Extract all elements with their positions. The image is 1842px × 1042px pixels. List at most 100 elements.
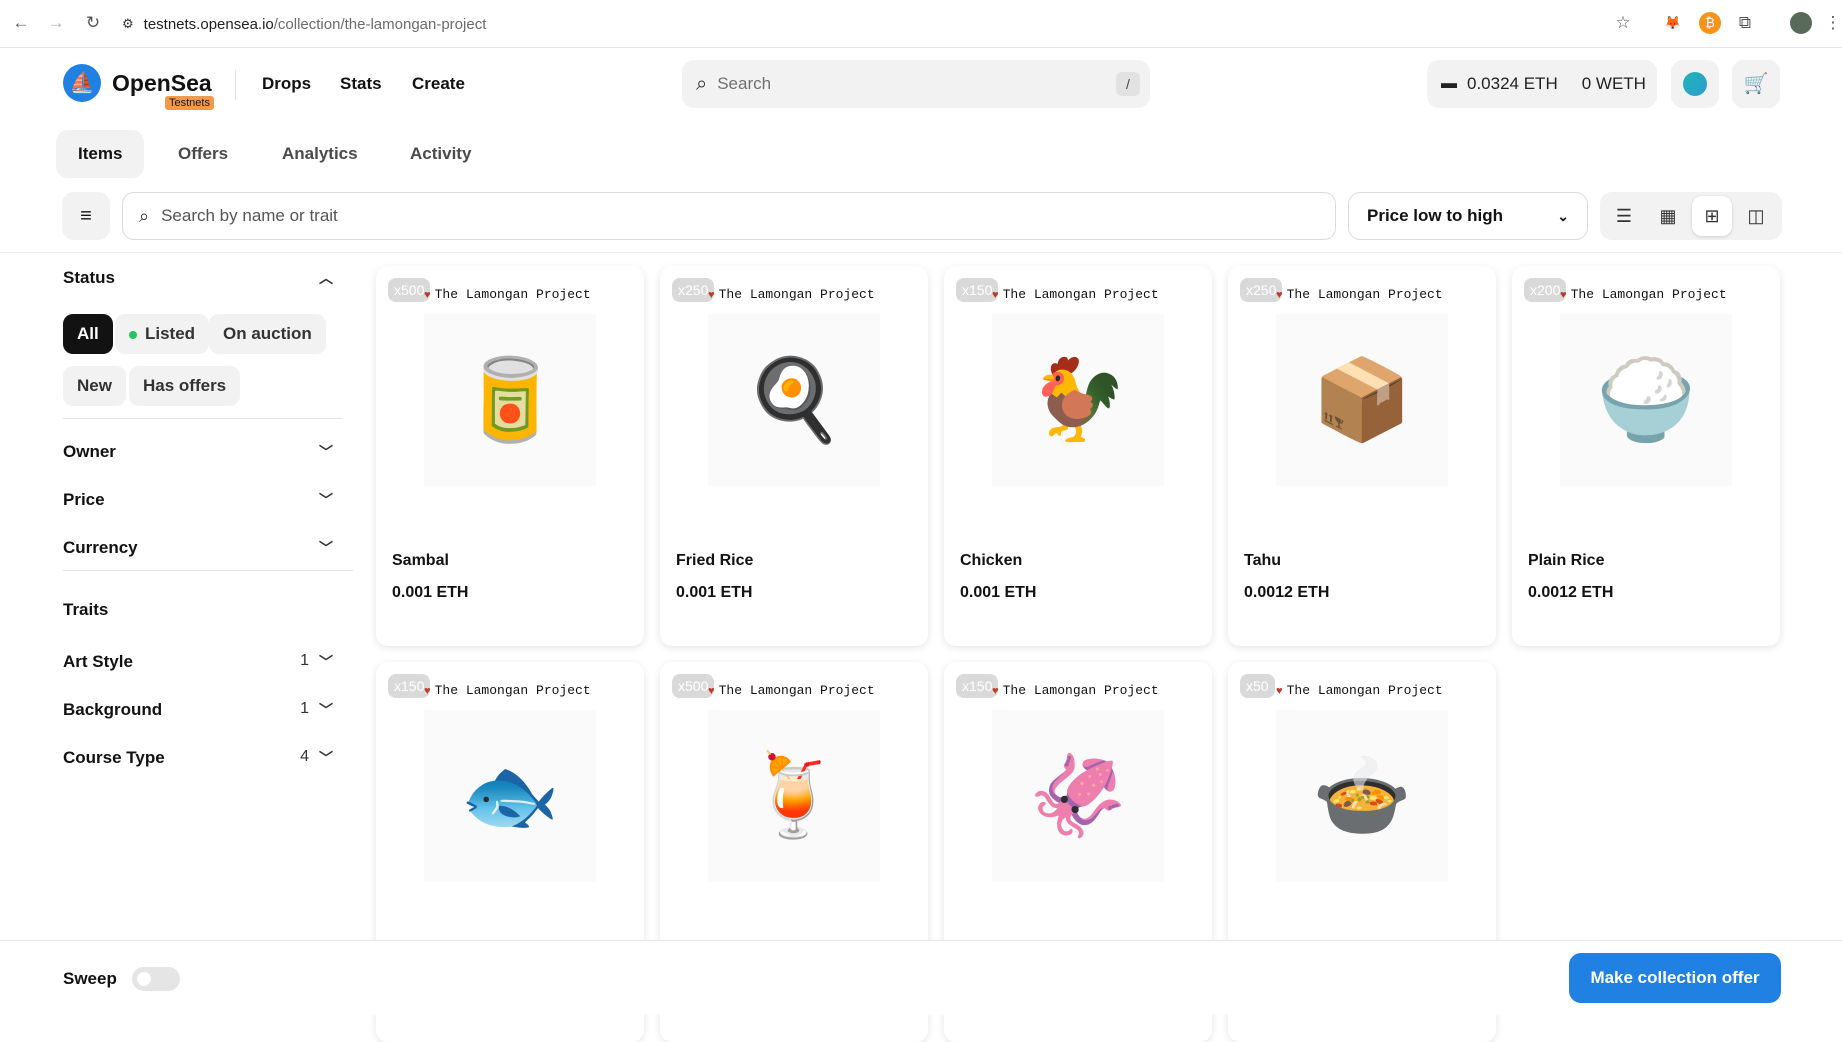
testnets-badge: Testnets [165, 96, 214, 110]
tahu-image: 📦 [1276, 314, 1448, 486]
profile-avatar[interactable] [1790, 12, 1812, 34]
item-card[interactable]: x500 The Lamongan Project 🥫 Sambal 0.001… [376, 266, 644, 646]
address-bar[interactable]: ⚙ testnets.opensea.io/collection/the-lam… [122, 8, 1622, 40]
search-placeholder: Search [717, 74, 772, 93]
item-name: Plain Rice [1528, 552, 1605, 569]
browser-toolbar: ← → ↻ ⚙ testnets.opensea.io/collection/t… [0, 0, 1842, 48]
divider [63, 570, 353, 571]
bitcoin-extension-icon[interactable]: ₿ [1699, 12, 1721, 34]
metamask-extension-icon[interactable]: 🦊 [1662, 12, 1684, 34]
chevron-down-icon: ﹀ [319, 702, 333, 718]
collection-name: The Lamongan Project [1276, 683, 1443, 698]
collection-name: The Lamongan Project [424, 287, 591, 302]
trait-name: Art Style [63, 652, 133, 671]
currency-filter-header[interactable]: Currency ﹀ [63, 538, 333, 558]
sweep-label: Sweep [63, 969, 117, 988]
cart-icon[interactable]: 🛒 [1732, 60, 1780, 108]
brand-name[interactable]: OpenSea [112, 70, 212, 97]
chevron-down-icon: ﹀ [319, 492, 333, 508]
forward-icon[interactable]: → [45, 12, 67, 34]
price-filter-header[interactable]: Price ﹀ [63, 490, 333, 510]
sweep-toggle[interactable] [132, 967, 180, 991]
item-name: Tahu [1244, 552, 1282, 569]
status-title: Status [63, 268, 115, 287]
trait-count: 4 [300, 748, 309, 765]
global-search-input[interactable]: ⌕ Search / [682, 60, 1150, 108]
site-header: ⛵ OpenSea Testnets Drops Stats Create ⌕ … [0, 48, 1842, 122]
chicken-image: 🐓 [992, 314, 1164, 486]
fried-rice-image: 🍳 [708, 314, 880, 486]
nav-create[interactable]: Create [412, 74, 465, 94]
status-pill-listed[interactable]: Listed [115, 314, 210, 354]
wallet-balance-button[interactable]: ▬ 0.0324 ETH 0 WETH [1427, 60, 1657, 108]
collection-name: The Lamongan Project [708, 683, 875, 698]
tab-offers[interactable]: Offers [156, 130, 250, 178]
divider [235, 70, 236, 100]
url-path: /collection/the-lamongan-project [273, 15, 487, 33]
account-avatar [1683, 72, 1707, 96]
price-title: Price [63, 490, 105, 509]
status-filter-header[interactable]: Status ︿ [63, 268, 333, 288]
wallet-icon: ▬ [1441, 75, 1457, 92]
url-host: testnets.opensea.io [143, 15, 274, 33]
collection-name: The Lamongan Project [424, 683, 591, 698]
list-view-icon[interactable]: ☰ [1604, 196, 1644, 236]
medium-grid-view-icon[interactable]: ⊞ [1692, 196, 1732, 236]
reload-icon[interactable]: ↻ [82, 12, 104, 34]
chevron-down-icon: ﹀ [319, 444, 333, 460]
filter-toggle-icon[interactable]: ≡ [62, 192, 110, 240]
account-button[interactable] [1671, 60, 1719, 108]
plain-rice-image: 🍚 [1560, 314, 1732, 486]
collection-name: The Lamongan Project [708, 287, 875, 302]
item-price: 0.0012 ETH [1528, 584, 1614, 601]
status-pill-on-auction[interactable]: On auction [209, 314, 326, 354]
extensions-puzzle-icon[interactable]: ⧉ [1734, 12, 1756, 34]
status-pill-all[interactable]: All [63, 314, 113, 354]
collection-name: The Lamongan Project [992, 287, 1159, 302]
item-name: Chicken [960, 552, 1023, 569]
owner-filter-header[interactable]: Owner ﹀ [63, 442, 333, 462]
large-grid-view-icon[interactable]: ◫ [1736, 196, 1776, 236]
sweep-footer: Sweep Make collection offer [0, 940, 1842, 1014]
soup-image: 🍲 [1276, 710, 1448, 882]
trait-background[interactable]: Background 1 ﹀ [63, 700, 333, 720]
search-icon: ⌕ [139, 205, 150, 226]
tab-items[interactable]: Items [56, 130, 145, 178]
item-name: Fried Rice [676, 552, 754, 569]
item-price: 0.001 ETH [392, 584, 469, 601]
back-icon[interactable]: ← [10, 12, 32, 34]
status-pill-new[interactable]: New [63, 366, 126, 406]
name-trait-search-input[interactable]: ⌕ Search by name or trait [122, 192, 1336, 240]
make-collection-offer-button[interactable]: Make collection offer [1569, 953, 1781, 1003]
item-card[interactable]: x250 The Lamongan Project 📦 Tahu 0.0012 … [1228, 266, 1496, 646]
bookmark-star-icon[interactable]: ☆ [1612, 12, 1634, 34]
tab-activity[interactable]: Activity [388, 130, 493, 178]
browser-menu-icon[interactable]: ⋮ [1822, 12, 1842, 34]
trait-course-type[interactable]: Course Type 4 ﹀ [63, 748, 333, 768]
trait-count: 1 [300, 652, 309, 669]
trait-art-style[interactable]: Art Style 1 ﹀ [63, 652, 333, 672]
chevron-up-icon: ︿ [319, 270, 333, 286]
small-grid-view-icon[interactable]: ▦ [1648, 196, 1688, 236]
eth-balance: 0.0324 ETH [1467, 74, 1558, 93]
divider [63, 418, 343, 419]
quantity-badge: x50 [1240, 674, 1275, 698]
item-name: Sambal [392, 552, 449, 569]
site-info-icon[interactable]: ⚙ [122, 16, 134, 32]
weth-balance: 0 WETH [1581, 74, 1646, 93]
nav-stats[interactable]: Stats [340, 74, 382, 94]
item-card[interactable]: x150 The Lamongan Project 🐓 Chicken 0.00… [944, 266, 1212, 646]
nav-drops[interactable]: Drops [262, 74, 311, 94]
search-icon: ⌕ [696, 72, 708, 95]
traits-title: Traits [63, 600, 109, 619]
sort-select[interactable]: Price low to high ⌄ [1348, 192, 1588, 240]
trait-name: Course Type [63, 748, 165, 767]
owner-title: Owner [63, 442, 116, 461]
item-card[interactable]: x250 The Lamongan Project 🍳 Fried Rice 0… [660, 266, 928, 646]
item-card[interactable]: x200 The Lamongan Project 🍚 Plain Rice 0… [1512, 266, 1780, 646]
status-pill-has-offers[interactable]: Has offers [129, 366, 241, 406]
opensea-logo-icon[interactable]: ⛵ [63, 64, 101, 102]
tab-analytics[interactable]: Analytics [260, 130, 380, 178]
search-shortcut-key: / [1116, 72, 1140, 96]
view-mode-switcher: ☰ ▦ ⊞ ◫ [1600, 192, 1782, 240]
